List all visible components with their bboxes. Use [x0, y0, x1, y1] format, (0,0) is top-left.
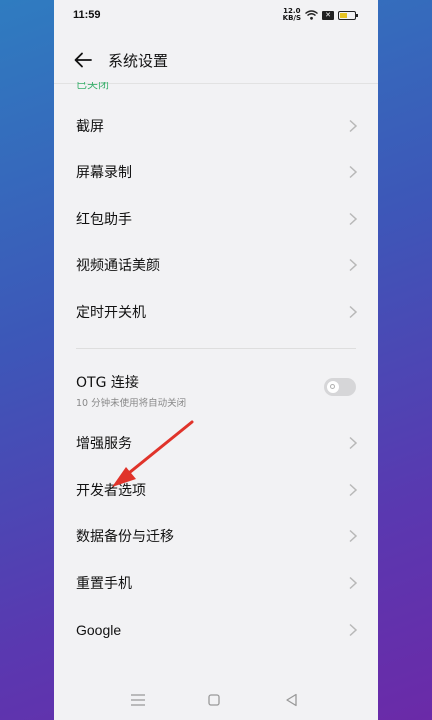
chevron-right-icon: [348, 576, 358, 590]
wifi-icon: [305, 10, 318, 20]
back-arrow-icon[interactable]: [72, 49, 94, 71]
chevron-right-icon: [348, 165, 358, 179]
chevron-right-icon: [348, 212, 358, 226]
top-bar: 系统设置: [54, 36, 378, 84]
list-item-developer-options[interactable]: 开发者选项: [54, 467, 378, 513]
otg-toggle[interactable]: [324, 378, 356, 396]
phone-screen: 11:59 12.0 KB/S ✕ 系统设置 已关闭 截屏 屏幕录制 红包助手 …: [54, 0, 378, 720]
list-item-red-envelope[interactable]: 红包助手: [54, 196, 378, 242]
battery-icon: [338, 10, 358, 20]
chevron-right-icon: [348, 119, 358, 133]
status-time: 11:59: [73, 9, 101, 21]
list-item-scheduled-power[interactable]: 定时开关机: [54, 289, 378, 335]
back-triangle-icon[interactable]: [282, 690, 302, 710]
list-item-google[interactable]: Google: [54, 607, 378, 653]
list-item-backup-migrate[interactable]: 数据备份与迁移: [54, 513, 378, 559]
list-item-video-beauty[interactable]: 视频通话美颜: [54, 242, 378, 288]
otg-setting[interactable]: OTG 连接 10 分钟未使用将自动关闭: [54, 366, 378, 416]
home-icon[interactable]: [204, 690, 224, 710]
otg-label: OTG 连接: [76, 375, 139, 391]
navigation-bar: [54, 680, 378, 720]
chevron-right-icon: [348, 483, 358, 497]
chevron-right-icon: [348, 436, 358, 450]
chevron-right-icon: [348, 258, 358, 272]
otg-description: 10 分钟未使用将自动关闭: [76, 398, 187, 409]
list-item-enhanced-services[interactable]: 增强服务: [54, 420, 378, 466]
menu-icon[interactable]: [128, 690, 148, 710]
toggle-knob: [327, 381, 339, 393]
status-bar: 11:59 12.0 KB/S ✕: [54, 0, 378, 30]
notification-icon: ✕: [322, 10, 334, 20]
list-item-screenshot[interactable]: 截屏: [54, 103, 378, 149]
section-divider: [76, 348, 356, 349]
network-speed: 12.0 KB/S: [282, 7, 301, 22]
chevron-right-icon: [348, 529, 358, 543]
page-title: 系统设置: [108, 52, 169, 70]
chevron-right-icon: [348, 305, 358, 319]
status-icons: 12.0 KB/S ✕: [282, 7, 358, 22]
chevron-right-icon: [348, 623, 358, 637]
list-item-screen-record[interactable]: 屏幕录制: [54, 149, 378, 195]
list-item-reset-phone[interactable]: 重置手机: [54, 560, 378, 606]
